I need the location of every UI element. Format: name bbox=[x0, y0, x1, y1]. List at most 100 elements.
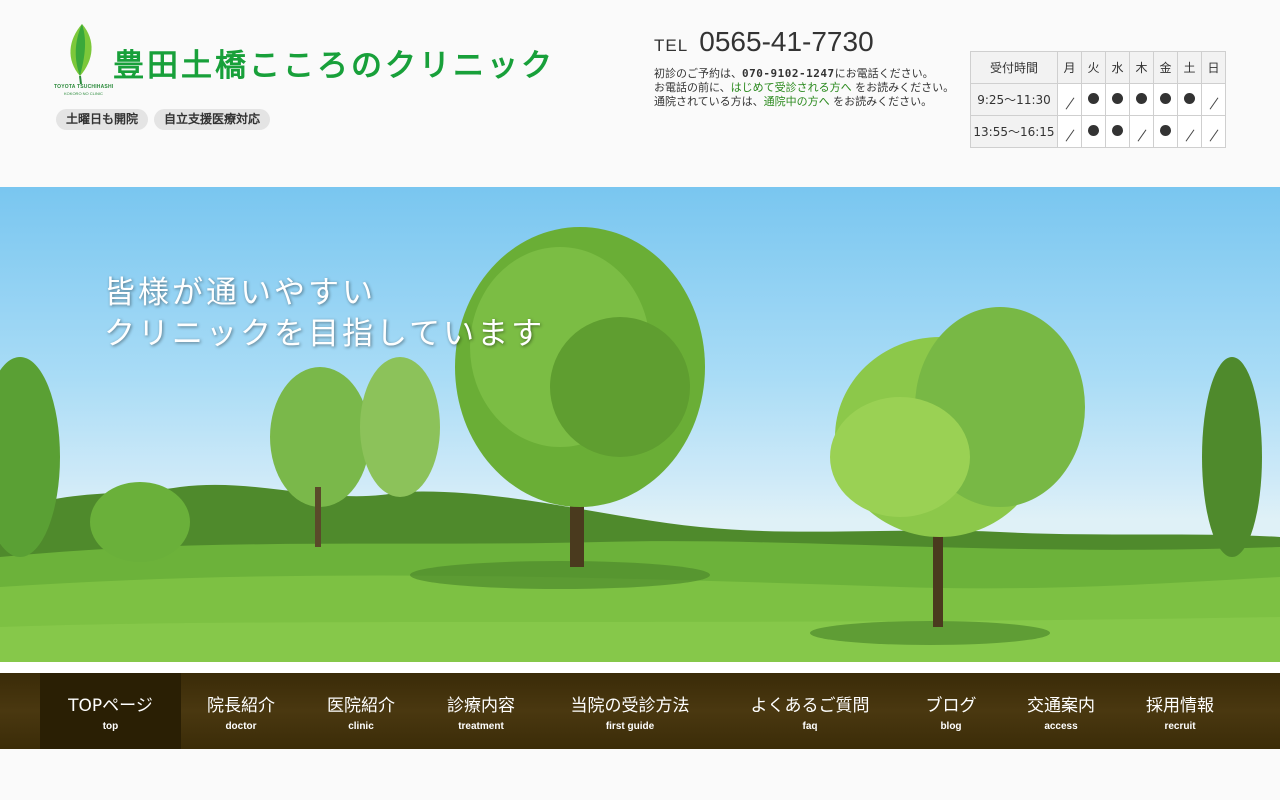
nav-label: 交通案内 bbox=[1027, 696, 1095, 716]
nav-label: 当院の受診方法 bbox=[570, 696, 690, 716]
availability-cell bbox=[1201, 83, 1226, 116]
open-dot-icon bbox=[1088, 92, 1099, 104]
closed-slash-icon bbox=[1209, 96, 1218, 110]
nav-label: TOPページ bbox=[68, 696, 153, 716]
page-below-fold bbox=[0, 749, 1280, 800]
availability-cell bbox=[1129, 83, 1154, 116]
hero-tagline-line2: クリニックを目指しています bbox=[104, 316, 546, 352]
open-dot-icon bbox=[1184, 92, 1195, 104]
time-slot: 13:55〜16:15 bbox=[970, 115, 1058, 148]
info-text: 初診のご予約は、 bbox=[654, 67, 742, 80]
open-dot-icon bbox=[1112, 92, 1123, 104]
closed-slash-icon bbox=[1137, 128, 1146, 142]
availability-cell bbox=[1057, 115, 1082, 148]
site-header: TOYOTA TSUCHIHASHI KOKORO NO CLINIC 豊田土橋… bbox=[0, 0, 1280, 187]
day-sat: 土 bbox=[1177, 51, 1202, 84]
nav-access[interactable]: 交通案内 access bbox=[1001, 673, 1121, 749]
availability-cell bbox=[1081, 115, 1106, 148]
hours-row-afternoon: 13:55〜16:15 bbox=[970, 115, 1226, 148]
logo-romaji: TOYOTA TSUCHIHASHI bbox=[54, 84, 114, 90]
reservation-info: 初診のご予約は、070-9102-1247にお電話ください。 お電話の前に、はじ… bbox=[654, 67, 954, 109]
info-text: をお読みください。 bbox=[851, 81, 955, 94]
hero-tagline-line1: 皆様が通いやすい bbox=[104, 275, 376, 311]
nav-sub: treatment bbox=[458, 721, 504, 732]
nav-first-guide[interactable]: 当院の受診方法 first guide bbox=[541, 673, 719, 749]
hours-row-morning: 9:25〜11:30 bbox=[970, 83, 1226, 116]
info-text: をお読みください。 bbox=[829, 95, 933, 108]
tel-label: TEL bbox=[654, 36, 689, 55]
hero-divider bbox=[0, 662, 1280, 673]
feature-badges: 土曜日も開院 自立支援医療対応 bbox=[56, 109, 271, 130]
day-wed: 水 bbox=[1105, 51, 1130, 84]
nav-label: 採用情報 bbox=[1146, 696, 1214, 716]
site-title: 豊田土橋こころのクリニック bbox=[113, 48, 555, 84]
logo-romaji-sub: KOKORO NO CLINIC bbox=[64, 91, 103, 96]
nav-recruit[interactable]: 採用情報 recruit bbox=[1121, 673, 1239, 749]
site-logo[interactable]: TOYOTA TSUCHIHASHI KOKORO NO CLINIC 豊田土橋… bbox=[54, 22, 574, 102]
nav-label: ブログ bbox=[925, 696, 977, 716]
hours-header-label: 受付時間 bbox=[970, 51, 1058, 84]
nav-blog[interactable]: ブログ blog bbox=[901, 673, 1001, 749]
nav-doctor[interactable]: 院長紹介 doctor bbox=[181, 673, 301, 749]
availability-cell bbox=[1081, 83, 1106, 116]
hero-tagline: 皆様が通いやすい クリニックを目指しています bbox=[104, 273, 545, 355]
day-sun: 日 bbox=[1201, 51, 1226, 84]
first-visit-link[interactable]: はじめて受診される方へ bbox=[731, 81, 852, 94]
reservation-phone[interactable]: 070-9102-1247 bbox=[742, 67, 835, 80]
availability-cell bbox=[1153, 83, 1178, 116]
nav-sub: blog bbox=[940, 721, 962, 732]
availability-cell bbox=[1177, 115, 1202, 148]
day-thu: 木 bbox=[1129, 51, 1154, 84]
open-dot-icon bbox=[1160, 92, 1171, 104]
nav-sub: top bbox=[102, 721, 119, 732]
nav-clinic[interactable]: 医院紹介 clinic bbox=[301, 673, 421, 749]
closed-slash-icon bbox=[1209, 128, 1218, 142]
day-mon: 月 bbox=[1057, 51, 1082, 84]
info-line-3: 通院されている方は、通院中の方へ をお読みください。 bbox=[654, 95, 954, 109]
nav-treatment[interactable]: 診療内容 treatment bbox=[421, 673, 541, 749]
info-text: にお電話ください。 bbox=[834, 67, 934, 80]
day-tue: 火 bbox=[1081, 51, 1106, 84]
nav-sub: access bbox=[1044, 721, 1078, 732]
nav-sub: first guide bbox=[605, 721, 655, 732]
nav-sub: clinic bbox=[348, 721, 374, 732]
closed-slash-icon bbox=[1065, 96, 1074, 110]
open-dot-icon bbox=[1136, 92, 1147, 104]
nav-faq[interactable]: よくあるご質問 faq bbox=[719, 673, 901, 749]
badge-medical-support: 自立支援医療対応 bbox=[154, 109, 271, 130]
nav-sub: doctor bbox=[225, 721, 257, 732]
phone-block: TEL 0565-41-7730 bbox=[654, 26, 874, 58]
global-nav: TOPページ top 院長紹介 doctor 医院紹介 clinic 診療内容 … bbox=[0, 673, 1280, 749]
nav-label: 医院紹介 bbox=[327, 696, 395, 716]
day-fri: 金 bbox=[1153, 51, 1178, 84]
closed-slash-icon bbox=[1065, 128, 1074, 142]
open-dot-icon bbox=[1088, 124, 1099, 136]
availability-cell bbox=[1105, 115, 1130, 148]
office-hours-table: 受付時間 月 火 水 木 金 土 日 9:25〜11:30 13:55〜16:1… bbox=[970, 51, 1226, 148]
availability-cell bbox=[1057, 83, 1082, 116]
leaf-logo-icon bbox=[70, 24, 92, 84]
tel-number-link[interactable]: 0565-41-7730 bbox=[699, 26, 873, 57]
time-slot: 9:25〜11:30 bbox=[970, 83, 1058, 116]
info-text: お電話の前に、 bbox=[654, 81, 731, 94]
open-dot-icon bbox=[1160, 124, 1171, 136]
closed-slash-icon bbox=[1185, 128, 1194, 142]
nav-top[interactable]: TOPページ top bbox=[40, 673, 181, 749]
info-text: 通院されている方は、 bbox=[654, 95, 764, 108]
open-dot-icon bbox=[1112, 124, 1123, 136]
info-line-1: 初診のご予約は、070-9102-1247にお電話ください。 bbox=[654, 67, 954, 81]
park-landscape-image bbox=[0, 227, 1280, 662]
info-line-2: お電話の前に、はじめて受診される方へ をお読みください。 bbox=[654, 81, 954, 95]
nav-label: よくあるご質問 bbox=[750, 696, 870, 716]
nav-sub: recruit bbox=[1164, 721, 1196, 732]
availability-cell bbox=[1129, 115, 1154, 148]
returning-patient-link[interactable]: 通院中の方へ bbox=[764, 95, 830, 108]
nav-sub: faq bbox=[802, 721, 818, 732]
nav-label: 診療内容 bbox=[447, 696, 515, 716]
availability-cell bbox=[1201, 115, 1226, 148]
hero-banner: 皆様が通いやすい クリニックを目指しています bbox=[0, 187, 1280, 662]
nav-label: 院長紹介 bbox=[207, 696, 275, 716]
availability-cell bbox=[1153, 115, 1178, 148]
availability-cell bbox=[1177, 83, 1202, 116]
hours-header-row: 受付時間 月 火 水 木 金 土 日 bbox=[970, 51, 1226, 84]
